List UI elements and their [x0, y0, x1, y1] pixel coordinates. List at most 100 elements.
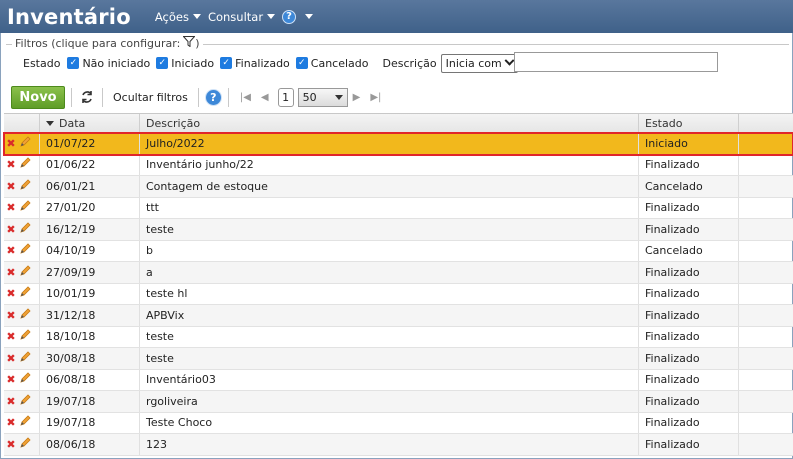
toolbar-divider [102, 87, 103, 107]
checkbox-checked-icon[interactable]: ✓ [67, 57, 80, 69]
table-row[interactable]: ✖ 27/01/20 ttt Finalizado [4, 197, 793, 219]
next-page-icon[interactable]: ▶ [353, 92, 361, 103]
table-row[interactable]: ✖ 06/08/18 Inventário03 Finalizado [4, 369, 793, 391]
delete-icon[interactable]: ✖ [6, 287, 16, 300]
table-row[interactable]: ✖ 27/09/19 a Finalizado [4, 262, 793, 284]
edit-pencil-icon[interactable] [19, 394, 31, 409]
menu-consultar[interactable]: Consultar [208, 10, 276, 24]
descricao-label: Descrição [382, 56, 437, 70]
table-row[interactable]: ✖ 01/06/22 Inventário junho/22 Finalizado [4, 154, 793, 176]
delete-icon[interactable]: ✖ [6, 223, 16, 236]
delete-icon[interactable]: ✖ [6, 352, 16, 365]
help-icon[interactable]: ? [204, 88, 222, 106]
header-bar: Inventário Ações Consultar ? [0, 0, 793, 33]
checkbox-checked-icon[interactable]: ✓ [156, 57, 169, 69]
prev-page-icon[interactable]: ◀ [261, 92, 269, 103]
delete-icon[interactable]: ✖ [6, 373, 16, 386]
row-actions: ✖ [4, 391, 40, 412]
novo-button[interactable]: Novo [11, 85, 65, 109]
edit-pencil-icon[interactable] [19, 200, 31, 215]
delete-icon[interactable]: ✖ [6, 180, 16, 193]
first-page-icon[interactable]: |◀ [240, 92, 251, 103]
table-row[interactable]: ✖ 30/08/18 teste Finalizado [4, 348, 793, 370]
checkbox-finalizado[interactable]: ✓ Finalizado [220, 57, 290, 70]
delete-icon[interactable]: ✖ [6, 158, 16, 171]
column-header-estado[interactable]: Estado [639, 114, 739, 132]
descricao-mode-select[interactable]: Inicia com [440, 53, 518, 73]
edit-pencil-icon[interactable] [19, 179, 31, 194]
cell-estado: Finalizado [639, 197, 739, 218]
cell-descricao: teste hl [140, 283, 639, 304]
column-header-descricao[interactable]: Descrição [140, 114, 639, 132]
funnel-icon[interactable] [182, 36, 196, 50]
delete-icon[interactable]: ✖ [6, 438, 16, 451]
delete-icon[interactable]: ✖ [6, 395, 16, 408]
menu-acoes[interactable]: Ações [155, 10, 201, 24]
delete-icon[interactable]: ✖ [6, 416, 16, 429]
table-row[interactable]: ✖ 16/12/19 teste Finalizado [4, 219, 793, 241]
delete-icon[interactable]: ✖ [6, 201, 16, 214]
cell-data: 06/08/18 [40, 369, 140, 390]
edit-pencil-icon[interactable] [19, 157, 31, 172]
row-actions: ✖ [4, 219, 40, 240]
edit-pencil-icon[interactable] [19, 308, 31, 323]
filters-legend-close: ) [195, 36, 200, 50]
checkbox-iniciado[interactable]: ✓ Iniciado [156, 57, 214, 70]
table-row[interactable]: ✖ 08/06/18 123 Finalizado [4, 434, 793, 456]
cell-estado: Finalizado [639, 154, 739, 175]
edit-pencil-icon[interactable] [19, 136, 31, 151]
cell-descricao: Contagem de estoque [140, 176, 639, 197]
edit-pencil-icon[interactable] [19, 265, 31, 280]
edit-pencil-icon[interactable] [19, 437, 31, 452]
delete-icon[interactable]: ✖ [6, 137, 16, 150]
checkbox-checked-icon[interactable]: ✓ [220, 57, 233, 69]
cell-descricao: 123 [140, 434, 639, 455]
menu-help[interactable]: ? [282, 9, 314, 24]
table-row[interactable]: ✖ 19/07/18 Teste Choco Finalizado [4, 412, 793, 434]
table-row[interactable]: ✖ 31/12/18 APBVix Finalizado [4, 305, 793, 327]
table-row[interactable]: ✖ 10/01/19 teste hl Finalizado [4, 283, 793, 305]
toolbar: Novo Ocultar filtros ? |◀ ◀ 1 50 ▶ ▶| [6, 84, 789, 110]
edit-pencil-icon[interactable] [19, 351, 31, 366]
table-row[interactable]: ✖ 18/10/18 teste Finalizado [4, 326, 793, 348]
table-row[interactable]: ✖ 04/10/19 b Cancelado [4, 240, 793, 262]
checkbox-nao-iniciado[interactable]: ✓ Não iniciado [67, 57, 150, 70]
delete-icon[interactable]: ✖ [6, 244, 16, 257]
last-page-icon[interactable]: ▶| [370, 92, 381, 103]
cell-descricao: Julho/2022 [140, 133, 639, 154]
column-header-estado-label: Estado [645, 116, 683, 130]
toolbar-divider [197, 87, 199, 107]
edit-pencil-icon[interactable] [19, 329, 31, 344]
refresh-icon[interactable] [78, 88, 96, 106]
row-actions: ✖ [4, 369, 40, 390]
delete-icon[interactable]: ✖ [6, 266, 16, 279]
delete-icon[interactable]: ✖ [6, 330, 16, 343]
checkbox-checked-icon[interactable]: ✓ [295, 57, 308, 69]
chevron-down-icon [192, 14, 201, 19]
cell-descricao: Inventário junho/22 [140, 154, 639, 175]
table-row[interactable]: ✖ 06/01/21 Contagem de estoque Cancelado [4, 176, 793, 198]
cell-descricao: rgoliveira [140, 391, 639, 412]
edit-pencil-icon[interactable] [19, 286, 31, 301]
edit-pencil-icon[interactable] [19, 243, 31, 258]
filters-legend[interactable]: Filtros (clique para configurar: ) [12, 36, 203, 50]
edit-pencil-icon[interactable] [19, 415, 31, 430]
row-actions: ✖ [4, 326, 40, 347]
edit-pencil-icon[interactable] [19, 372, 31, 387]
cell-descricao: Inventário03 [140, 369, 639, 390]
delete-icon[interactable]: ✖ [6, 309, 16, 322]
checkbox-cancelado[interactable]: ✓ Cancelado [295, 57, 369, 70]
cell-estado: Iniciado [639, 133, 739, 154]
table-row[interactable]: ✖ 01/07/22 Julho/2022 Iniciado [3, 132, 793, 156]
help-icon: ? [282, 9, 297, 24]
descricao-input[interactable] [514, 52, 718, 72]
page-number-input[interactable]: 1 [277, 87, 294, 107]
column-header-data[interactable]: Data [40, 114, 140, 132]
page-size-select[interactable]: 50 [297, 87, 348, 107]
cell-descricao: teste [140, 219, 639, 240]
cell-estado: Finalizado [639, 412, 739, 433]
table-row[interactable]: ✖ 19/07/18 rgoliveira Finalizado [4, 391, 793, 413]
edit-pencil-icon[interactable] [19, 222, 31, 237]
ocultar-filtros-button[interactable]: Ocultar filtros [113, 91, 188, 104]
cell-data: 27/01/20 [40, 197, 140, 218]
